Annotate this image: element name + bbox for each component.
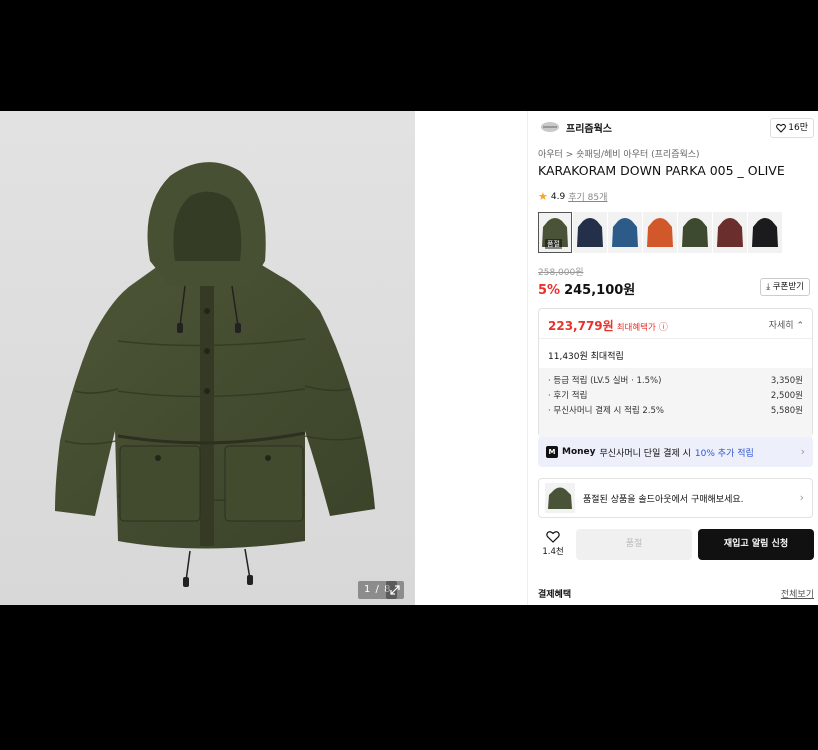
max-benefit-label: 최대혜택가	[616, 323, 656, 333]
chevron-up-icon: ⌃	[796, 321, 804, 331]
soldout-banner[interactable]: 품절된 상품을 솔드아웃에서 구매해보세요. ›	[538, 478, 813, 518]
swatch-black[interactable]	[748, 212, 782, 253]
action-row: 1.4천 품절 재입고 알림 신청	[538, 528, 814, 564]
swatch-navy[interactable]	[573, 212, 607, 253]
heart-icon	[546, 531, 560, 543]
points-row: · 등급 적립 (LV.5 실버 · 1.5%) 3,350원	[548, 374, 803, 389]
star-icon: ★	[538, 190, 548, 203]
benefit-header[interactable]: 223,779원 최대혜택가 ⓘ 자세히 ⌃	[539, 309, 812, 339]
breadcrumb-separator: >	[565, 150, 574, 160]
swatch-jacket-icon	[647, 218, 673, 247]
money-label: Money	[562, 447, 596, 457]
sale-price-row: 5% 245,100원	[538, 279, 635, 298]
breadcrumb-subcategory[interactable]: 숏패딩/헤비 아우터 (프리즘웍스)	[576, 150, 699, 160]
points-row: · 후기 적립 2,500원	[548, 389, 803, 404]
breadcrumb-category[interactable]: 아우터	[538, 150, 563, 160]
points-row: · 무신사머니 결제 시 적립 2.5% 5,580원	[548, 404, 803, 419]
musinsa-money-banner[interactable]: M Money 무신사머니 단일 결제 시 10% 추가 적립 ›	[538, 437, 813, 467]
swatch-jacket-icon	[752, 218, 778, 247]
discount-rate: 5%	[538, 283, 561, 298]
original-price: 258,000원	[538, 268, 584, 278]
points-row-value: 5,580원	[770, 406, 803, 416]
max-benefit-price: 223,779원	[548, 319, 614, 333]
brand-like-count: 16만	[788, 123, 808, 133]
soldout-thumbnail	[545, 483, 575, 513]
money-text: 무신사머니 단일 결제 시	[599, 448, 691, 459]
review-link[interactable]: 후기 85개	[568, 190, 607, 203]
points-row-label: · 등급 적립 (LV.5 실버 · 1.5%)	[548, 376, 662, 386]
rating: ★ 4.9 후기 85개	[538, 190, 607, 203]
swatch-jacket-icon	[717, 218, 743, 247]
payment-benefits-row: 결제혜택 전체보기	[538, 587, 814, 600]
points-row-value: 2,500원	[770, 391, 803, 401]
swatch-blue[interactable]	[608, 212, 642, 253]
max-benefit: 223,779원 최대혜택가 ⓘ	[548, 317, 668, 334]
rating-score: 4.9	[550, 191, 566, 202]
soldout-button[interactable]: 품절	[576, 529, 692, 560]
benefit-detail-toggle[interactable]: 자세히 ⌃	[769, 318, 804, 331]
coupon-label: 쿠폰받기	[772, 282, 804, 292]
product-page: 1 / 8 프리즘웍스 16만 아우터 > 숏패딩/헤비 아우터 (프리즘웍스)…	[0, 111, 818, 605]
max-points: 11,430원 최대적립	[548, 352, 624, 362]
brand-row: 프리즘웍스 16만	[538, 117, 814, 139]
restock-notify-button[interactable]: 재입고 알림 신청	[698, 529, 814, 560]
chevron-right-icon: ›	[799, 491, 804, 504]
sold-badge: 품절	[545, 239, 562, 249]
swatch-jacket-icon	[577, 218, 603, 247]
benefit-detail-label: 자세히	[768, 321, 794, 331]
product-info-panel: 프리즘웍스 16만 아우터 > 숏패딩/헤비 아우터 (프리즘웍스) KARAK…	[527, 111, 818, 605]
brand-name[interactable]: 프리즘웍스	[566, 120, 612, 135]
swatch-jacket-icon	[612, 218, 638, 247]
heart-icon	[776, 123, 787, 133]
swatch-burgundy[interactable]	[713, 212, 747, 253]
product-title: KARAKORAM DOWN PARKA 005 _ OLIVE	[538, 163, 785, 178]
color-swatches: 품절	[538, 212, 782, 253]
swatch-olive[interactable]: 품절	[538, 212, 572, 253]
swatch-dark-green[interactable]	[678, 212, 712, 253]
money-icon: M	[546, 446, 558, 458]
chevron-right-icon: ›	[800, 445, 805, 458]
payment-benefits-title: 결제혜택	[538, 590, 572, 600]
points-row-label: · 후기 적립	[548, 391, 588, 401]
points-row-label: · 무신사머니 결제 시 적립 2.5%	[548, 406, 665, 416]
money-accent: 10% 추가 적립	[694, 448, 754, 459]
soldout-text: 품절된 상품을 솔드아웃에서 구매해보세요.	[583, 494, 744, 505]
product-gallery[interactable]: 1 / 8	[0, 111, 415, 605]
expand-icon[interactable]	[386, 581, 404, 599]
brand-logo-icon[interactable]	[540, 120, 560, 134]
sale-price: 245,100원	[564, 283, 636, 298]
info-icon[interactable]: ⓘ	[659, 320, 668, 333]
benefit-box: 223,779원 최대혜택가 ⓘ 자세히 ⌃ 11,430원 최대적립 · 등급…	[538, 308, 813, 438]
product-image	[0, 111, 415, 605]
breadcrumb: 아우터 > 숏패딩/헤비 아우터 (프리즘웍스)	[538, 147, 700, 160]
download-icon: ⤓	[766, 282, 771, 292]
view-all-link[interactable]: 전체보기	[781, 587, 814, 600]
gallery-margin	[415, 111, 527, 605]
swatch-jacket-icon	[682, 218, 708, 247]
points-breakdown: · 등급 적립 (LV.5 실버 · 1.5%) 3,350원 · 후기 적립 …	[539, 368, 812, 438]
like-button[interactable]: 1.4천	[538, 528, 568, 564]
points-row-value: 3,350원	[770, 376, 803, 386]
like-count: 1.4천	[542, 547, 564, 557]
coupon-button[interactable]: ⤓ 쿠폰받기	[760, 278, 810, 296]
swatch-orange[interactable]	[643, 212, 677, 253]
brand-like-button[interactable]: 16만	[770, 118, 814, 138]
